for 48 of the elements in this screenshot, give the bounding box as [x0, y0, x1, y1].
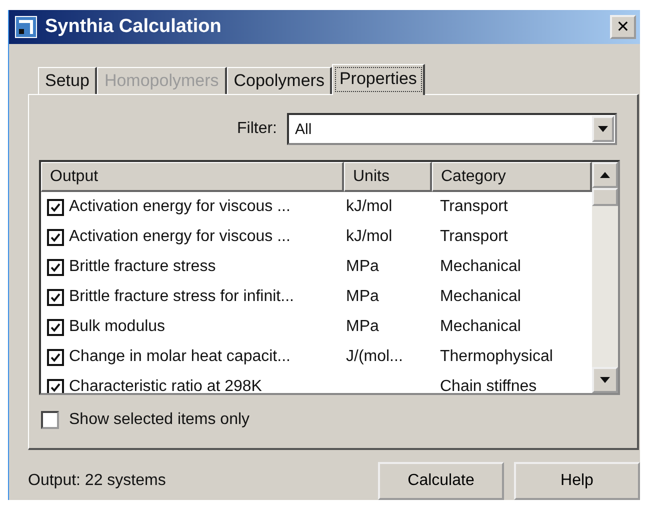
tab[interactable]: Copolymers	[226, 67, 332, 94]
row-checkbox[interactable]	[47, 228, 64, 246]
category-cell-text: Transport	[439, 198, 509, 216]
output-cell: Bulk modulus	[69, 318, 166, 336]
scrollbar-thumb[interactable]	[592, 188, 618, 206]
category-cell-text: Transport	[439, 228, 509, 246]
column-header[interactable]: Output	[41, 162, 344, 192]
units-cell-text: kJ/mol	[345, 228, 394, 246]
output-cell: Brittle fracture stress for infinit...	[69, 288, 294, 306]
filter-dropdown[interactable]: All	[287, 113, 617, 145]
tab[interactable]: Properties	[332, 64, 425, 95]
row-checkbox[interactable]	[47, 198, 64, 216]
output-cell: Change in molar heat capacit...	[69, 348, 290, 366]
status-text: Output: 22 systems	[28, 472, 167, 490]
units-cell-text: MPa	[345, 288, 380, 306]
row-checkbox[interactable]	[47, 348, 64, 366]
filter-label: Filter:	[237, 120, 277, 138]
category-cell-text: Mechanical	[439, 258, 522, 276]
app-icon	[15, 16, 37, 38]
scroll-down-icon	[600, 377, 610, 383]
scrollbar[interactable]	[592, 162, 618, 393]
column-header[interactable]: Units	[344, 162, 432, 192]
row-checkbox[interactable]	[47, 258, 64, 276]
checkbox-label: Show selected items only	[69, 411, 250, 429]
output-cell: Activation energy for viscous ...	[69, 228, 290, 246]
output-cell: Brittle fracture stress	[69, 258, 216, 276]
units-cell-text: kJ/mol	[345, 198, 394, 216]
row-checkbox[interactable]	[47, 378, 64, 393]
category-cell-text: Chain stiffnes	[439, 378, 538, 393]
category-cell-text: Thermophysical	[439, 348, 554, 366]
dialog-button[interactable]: Help	[514, 462, 640, 500]
category-cell-text: Mechanical	[439, 318, 522, 336]
dialog-button[interactable]: Calculate	[378, 462, 504, 500]
units-cell-text: MPa	[345, 258, 380, 276]
dropdown-arrow-icon	[598, 126, 608, 132]
output-cell: Characteristic ratio at 298K	[69, 378, 262, 393]
row-checkbox[interactable]	[47, 288, 64, 306]
units-cell-text: J/(mol...	[345, 348, 404, 366]
units-cell-text: MPa	[345, 318, 380, 336]
close-button[interactable]: ✕	[610, 15, 636, 39]
tab[interactable]: Setup	[38, 67, 98, 94]
column-header[interactable]: Category	[432, 162, 592, 192]
scroll-up-icon	[600, 172, 610, 178]
row-checkbox[interactable]	[47, 318, 64, 336]
window-title: Synthia Calculation	[45, 16, 222, 38]
category-cell-text: Mechanical	[439, 288, 522, 306]
output-cell: Activation energy for viscous ...	[69, 198, 290, 216]
checkbox[interactable]	[41, 411, 59, 429]
